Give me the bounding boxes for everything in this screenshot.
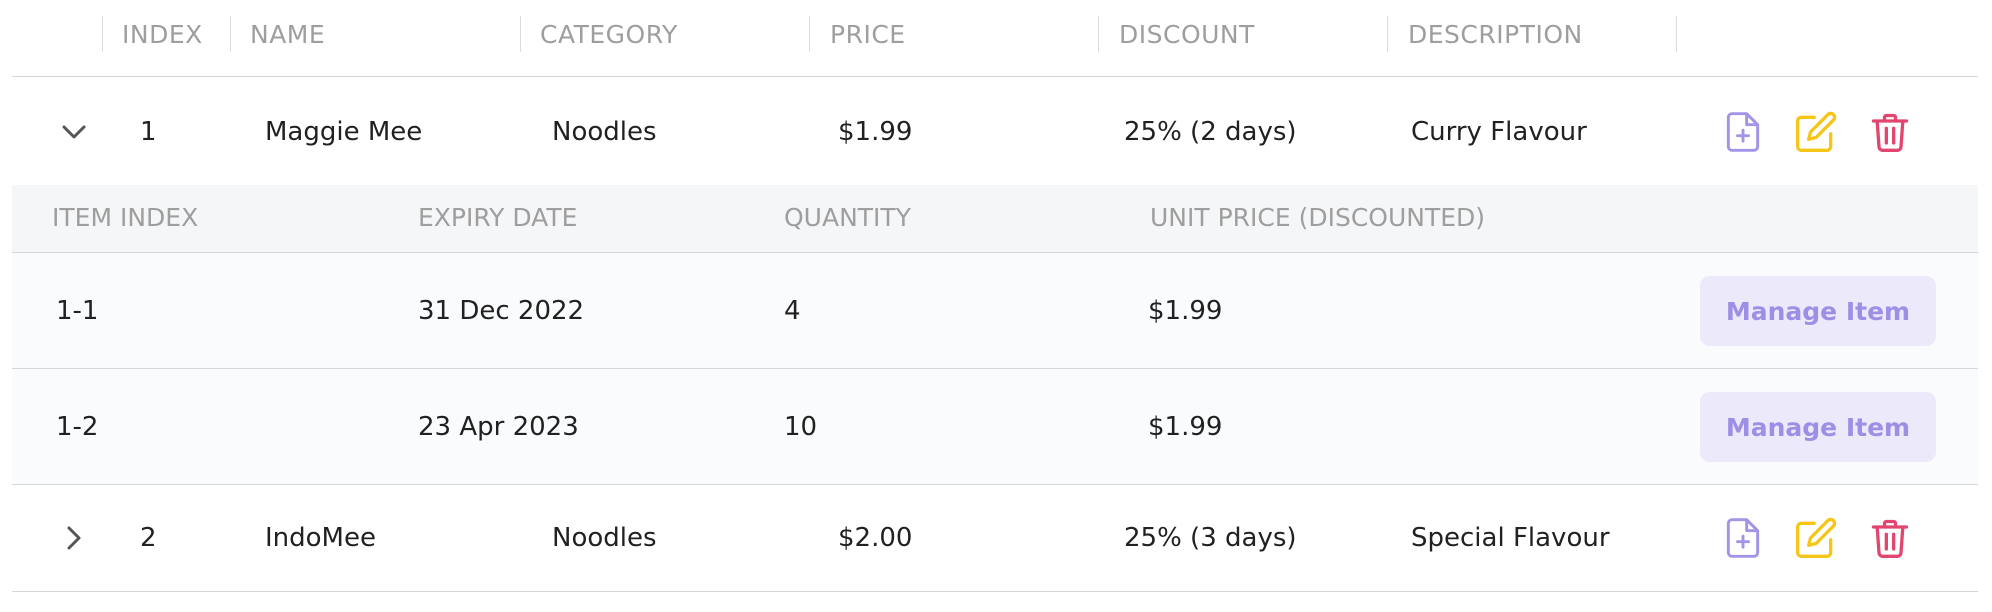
product-index: 1 — [140, 117, 157, 147]
column-header-category[interactable]: CATEGORY — [540, 19, 678, 51]
table-row[interactable]: 2 IndoMee Noodles $2.00 25% (3 days) Spe… — [12, 485, 1978, 592]
product-category: Noodles — [552, 523, 657, 553]
product-discount: 25% (2 days) — [1124, 117, 1297, 147]
product-price: $2.00 — [838, 523, 913, 553]
column-divider — [1098, 16, 1099, 52]
column-header-description[interactable]: DESCRIPTION — [1408, 19, 1583, 51]
chevron-right-icon[interactable] — [54, 518, 94, 558]
product-discount: 25% (3 days) — [1124, 523, 1297, 553]
item-row: 1-1 31 Dec 2022 4 $1.99 Manage Item — [12, 253, 1978, 369]
column-divider — [1387, 16, 1388, 52]
item-column-header-quantity: QUANTITY — [784, 203, 911, 232]
product-name: IndoMee — [265, 523, 376, 553]
column-divider — [102, 16, 103, 52]
manage-item-button[interactable]: Manage Item — [1700, 276, 1936, 346]
product-description: Special Flavour — [1411, 523, 1610, 553]
product-category: Noodles — [552, 117, 657, 147]
item-expiry-date: 23 Apr 2023 — [418, 412, 579, 442]
trash-icon[interactable] — [1868, 110, 1912, 154]
item-expiry-date: 31 Dec 2022 — [418, 296, 585, 326]
item-unit-price: $1.99 — [1148, 296, 1223, 326]
column-divider — [520, 16, 521, 52]
column-header-discount[interactable]: DISCOUNT — [1119, 19, 1255, 51]
table-header: INDEX NAME CATEGORY PRICE DISCOUNT DESCR… — [12, 0, 1978, 77]
item-index: 1-1 — [56, 296, 99, 326]
column-header-price[interactable]: PRICE — [830, 19, 906, 51]
product-name: Maggie Mee — [265, 117, 423, 147]
table-row[interactable]: 1 Maggie Mee Noodles $1.99 25% (2 days) … — [12, 79, 1978, 186]
item-column-header-unit-price: UNIT PRICE (DISCOUNTED) — [1150, 203, 1486, 232]
file-plus-icon[interactable] — [1721, 516, 1765, 560]
chevron-down-icon[interactable] — [54, 112, 94, 152]
item-row: 1-2 23 Apr 2023 10 $1.99 Manage Item — [12, 369, 1978, 485]
item-column-header-expiry: EXPIRY DATE — [418, 203, 578, 232]
item-index: 1-2 — [56, 412, 99, 442]
item-unit-price: $1.99 — [1148, 412, 1223, 442]
item-quantity: 4 — [784, 296, 801, 326]
column-divider — [230, 16, 231, 52]
manage-item-button[interactable]: Manage Item — [1700, 392, 1936, 462]
edit-icon[interactable] — [1794, 516, 1838, 560]
column-header-name[interactable]: NAME — [250, 19, 325, 51]
product-index: 2 — [140, 523, 157, 553]
product-description: Curry Flavour — [1411, 117, 1587, 147]
column-divider — [809, 16, 810, 52]
item-table-header: ITEM INDEX EXPIRY DATE QUANTITY UNIT PRI… — [12, 185, 1978, 253]
product-price: $1.99 — [838, 117, 913, 147]
edit-icon[interactable] — [1794, 110, 1838, 154]
file-plus-icon[interactable] — [1721, 110, 1765, 154]
column-divider — [1676, 16, 1677, 52]
product-table: INDEX NAME CATEGORY PRICE DISCOUNT DESCR… — [0, 0, 1992, 612]
column-header-index[interactable]: INDEX — [122, 19, 203, 51]
trash-icon[interactable] — [1868, 516, 1912, 560]
item-column-header-index: ITEM INDEX — [52, 203, 199, 232]
item-quantity: 10 — [784, 412, 818, 442]
